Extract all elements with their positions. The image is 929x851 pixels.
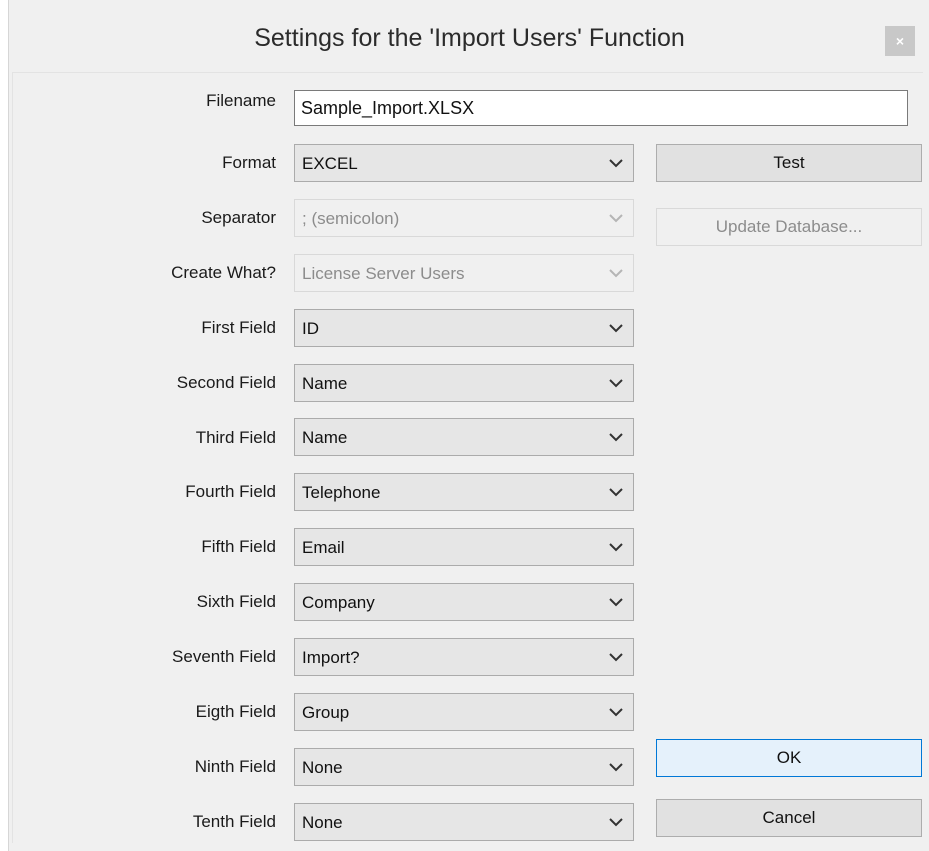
separator-select[interactable]: ; (semicolon) — [294, 199, 634, 237]
chevron-down-icon — [609, 214, 623, 223]
test-button[interactable]: Test — [656, 144, 922, 182]
field-value: Email — [302, 538, 345, 557]
filename-label: Filename — [206, 91, 276, 110]
format-select[interactable]: EXCEL — [294, 144, 634, 182]
field-value: Telephone — [302, 483, 381, 502]
update-database-button[interactable]: Update Database... — [656, 208, 922, 246]
field-value: Name — [302, 374, 348, 393]
title-bar: Settings for the 'Import Users' Function… — [9, 0, 929, 80]
field-value: None — [302, 758, 343, 777]
eighth-field-select[interactable]: Group — [294, 693, 634, 731]
chevron-down-icon — [609, 324, 623, 333]
chevron-down-icon — [609, 269, 623, 278]
field-label: Fourth Field — [185, 482, 276, 501]
create-what-select[interactable]: License Server Users — [294, 254, 634, 292]
field-label: Ninth Field — [194, 757, 276, 776]
field-value: Company — [302, 593, 375, 612]
tenth-field-select[interactable]: None — [294, 803, 634, 841]
cancel-button[interactable]: Cancel — [656, 799, 922, 837]
chevron-down-icon — [609, 708, 623, 717]
filename-input[interactable]: Sample_Import.XLSX — [294, 90, 908, 126]
sixth-field-select[interactable]: Company — [294, 583, 634, 621]
separator-value: ; (semicolon) — [302, 209, 400, 228]
field-label: Second Field — [176, 373, 276, 392]
field-value: None — [302, 813, 343, 832]
field-label: Tenth Field — [192, 812, 276, 831]
chevron-down-icon — [609, 433, 623, 442]
chevron-down-icon — [609, 763, 623, 772]
field-value: Name — [302, 428, 348, 447]
field-label: Third Field — [195, 428, 276, 447]
field-label: Seventh Field — [172, 647, 276, 666]
filename-value: Sample_Import.XLSX — [301, 98, 475, 118]
format-label: Format — [222, 153, 276, 172]
field-value: Import? — [302, 648, 360, 667]
import-users-settings-dialog: Settings for the 'Import Users' Function… — [8, 0, 929, 851]
close-button[interactable]: × — [885, 26, 915, 56]
settings-form: Filename Sample_Import.XLSX Format EXCEL… — [12, 72, 923, 843]
chevron-down-icon — [609, 379, 623, 388]
chevron-down-icon — [609, 598, 623, 607]
fourth-field-select[interactable]: Telephone — [294, 473, 634, 511]
field-label: First Field — [201, 318, 276, 337]
chevron-down-icon — [609, 159, 623, 168]
chevron-down-icon — [609, 653, 623, 662]
third-field-select[interactable]: Name — [294, 418, 634, 456]
field-label: Fifth Field — [201, 537, 276, 556]
field-label: Eigth Field — [195, 702, 276, 721]
close-icon: × — [895, 33, 905, 49]
chevron-down-icon — [609, 543, 623, 552]
chevron-down-icon — [609, 488, 623, 497]
ninth-field-select[interactable]: None — [294, 748, 634, 786]
dialog-title: Settings for the 'Import Users' Function — [254, 24, 685, 52]
field-value: ID — [302, 319, 319, 338]
separator-label: Separator — [201, 208, 276, 227]
field-label: Sixth Field — [196, 592, 276, 611]
create-what-label: Create What? — [171, 263, 276, 282]
seventh-field-select[interactable]: Import? — [294, 638, 634, 676]
second-field-select[interactable]: Name — [294, 364, 634, 402]
format-value: EXCEL — [302, 154, 358, 173]
ok-button[interactable]: OK — [656, 739, 922, 777]
first-field-select[interactable]: ID — [294, 309, 634, 347]
fifth-field-select[interactable]: Email — [294, 528, 634, 566]
create-what-value: License Server Users — [302, 264, 465, 283]
field-value: Group — [302, 703, 350, 722]
chevron-down-icon — [609, 818, 623, 827]
